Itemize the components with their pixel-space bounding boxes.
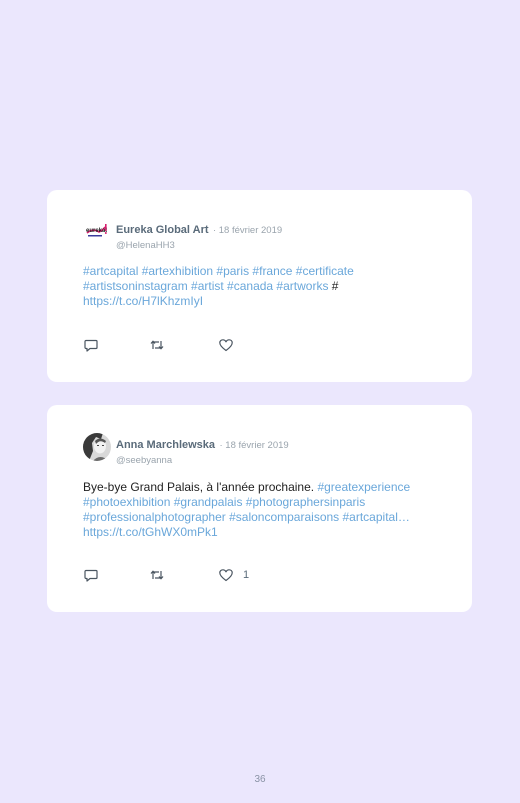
author-block: Anna Marchlewska · 18 février 2019 @seeb…	[116, 435, 289, 466]
tweet-card: eureka! Eureka Global Art · 18 février 2…	[47, 190, 472, 382]
retweet-icon	[150, 570, 164, 580]
reply-button[interactable]	[83, 337, 99, 353]
text-segment: #	[328, 279, 339, 293]
tweet-date[interactable]: · 18 février 2019	[220, 440, 289, 451]
like-icon	[219, 339, 233, 352]
tweet-card: Anna Marchlewska · 18 février 2019 @seeb…	[47, 405, 472, 612]
author-handle[interactable]: @seebyanna	[116, 455, 289, 466]
avatar[interactable]: eureka!	[83, 218, 111, 246]
eureka-logo: eureka!	[83, 218, 111, 246]
page-number: 36	[254, 774, 266, 785]
author-handle[interactable]: @HelenaHH3	[116, 240, 282, 251]
svg-text:eureka!: eureka!	[86, 228, 107, 234]
like-icon	[219, 569, 233, 582]
tweet-text: #artcapital #artexhibition #paris #franc…	[83, 264, 453, 309]
tweet-text: Bye-bye Grand Palais, à l'année prochain…	[83, 480, 453, 540]
author-name[interactable]: Eureka Global Art	[116, 224, 209, 236]
avatar[interactable]	[83, 433, 111, 461]
retweet-button[interactable]	[149, 337, 165, 353]
like-button[interactable]	[218, 337, 243, 353]
like-button[interactable]: 1	[218, 567, 249, 583]
author-name[interactable]: Anna Marchlewska	[116, 439, 215, 451]
profile-photo	[83, 433, 111, 461]
reply-button[interactable]	[83, 567, 99, 583]
retweet-icon	[150, 340, 164, 350]
tweet-date[interactable]: · 18 février 2019	[213, 225, 282, 236]
retweet-button[interactable]	[149, 567, 165, 583]
author-block: Eureka Global Art · 18 février 2019 @Hel…	[116, 220, 282, 251]
like-count: 1	[243, 569, 250, 581]
tweet-link[interactable]: https://t.co/H7lKhzmIyI	[83, 294, 203, 308]
reply-icon	[84, 339, 98, 352]
hashtags[interactable]: #artcapital #artexhibition #paris #franc…	[83, 264, 354, 293]
text-segment: Bye-bye Grand Palais, à l'année prochain…	[83, 480, 318, 494]
reply-icon	[84, 569, 98, 582]
